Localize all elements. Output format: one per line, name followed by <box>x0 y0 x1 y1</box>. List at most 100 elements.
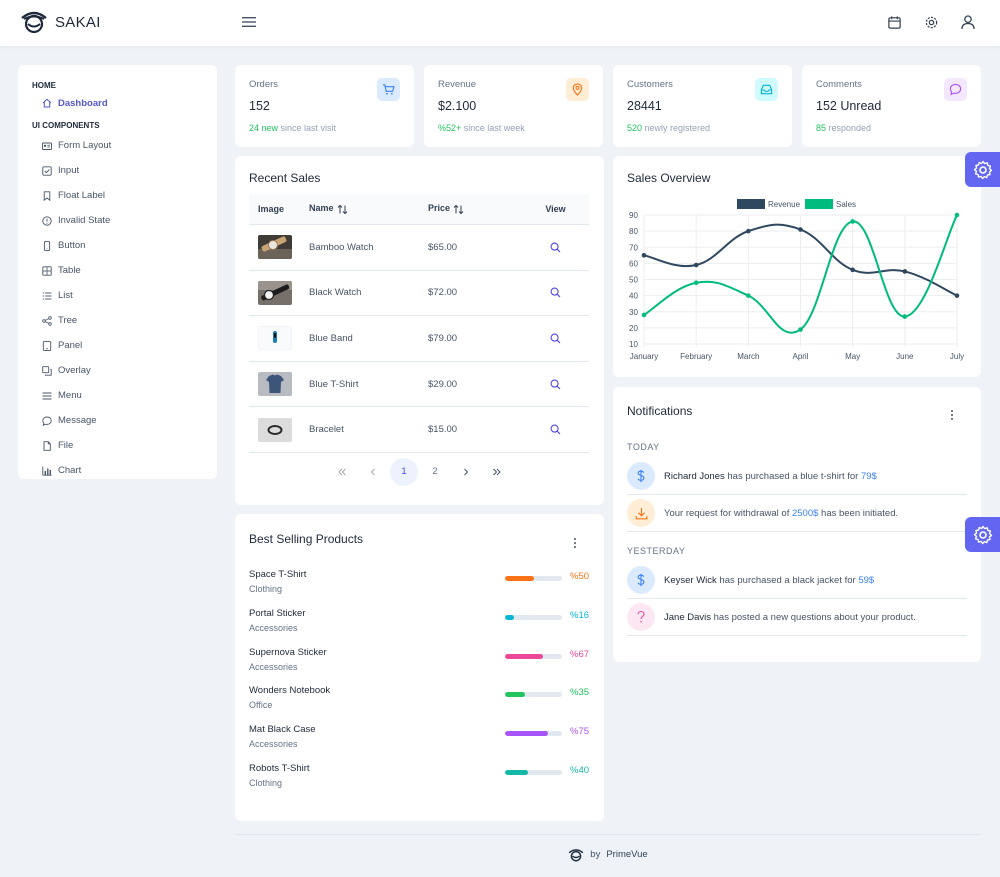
bamboo-watch-thumbnail <box>258 235 292 260</box>
first-page-button[interactable] <box>328 458 356 486</box>
sidebar-item-tree[interactable]: Tree <box>18 308 217 333</box>
sidebar-item-dashboard[interactable]: Dashboard <box>18 93 217 113</box>
column-header-image: Image <box>258 204 285 214</box>
notification-group-label: TODAY <box>627 442 660 452</box>
sidebar-item-file[interactable]: File <box>18 433 217 458</box>
shopping-cart-icon <box>377 78 400 101</box>
sidebar-item-menu[interactable]: Menu <box>18 383 217 408</box>
sales-overview-card: Sales Overview 10 20 30 40 50 60 70 80 90 January… <box>613 156 981 377</box>
y-tick-label: 40 <box>629 292 638 301</box>
progress-fill <box>505 576 534 581</box>
notification-item[interactable]: Jane Davis has posted a new questions ab… <box>627 599 967 636</box>
more-options-button[interactable] <box>568 535 582 551</box>
column-header-name[interactable]: Name <box>301 203 420 214</box>
notification-user: Richard Jones <box>664 470 725 482</box>
sidebar-item-form-layout[interactable]: Form Layout <box>18 133 217 158</box>
y-tick-label: 50 <box>629 276 638 285</box>
angle-right-icon <box>464 468 469 476</box>
paginator: 1 2 <box>249 457 590 486</box>
recent-sales-table: Image Name Price View Bamboo Watch $65.0… <box>249 194 589 453</box>
sidebar-item-chart[interactable]: Chart <box>18 458 217 479</box>
view-button[interactable] <box>547 284 565 302</box>
prev-page-button[interactable] <box>359 458 387 486</box>
list-icon <box>42 291 52 301</box>
sidebar-item-label: Message <box>58 415 97 426</box>
sidebar-item-button[interactable]: Button <box>18 233 217 258</box>
sidebar-item-label: Panel <box>58 340 83 351</box>
exclamation-circle-icon <box>42 215 52 226</box>
table-icon <box>42 265 52 276</box>
product-category: Accessories <box>249 661 298 672</box>
bookmark-icon <box>42 190 52 201</box>
view-button[interactable] <box>547 375 565 393</box>
profile-button[interactable] <box>958 12 978 32</box>
x-tick-label: January <box>630 352 658 361</box>
sidebar-item-overlay[interactable]: Overlay <box>18 358 217 383</box>
notification-tail: has been initiated. <box>818 507 899 519</box>
product-category: Clothing <box>249 777 283 788</box>
table-row: Bracelet $15.00 <box>249 407 589 453</box>
notification-item[interactable]: Richard Jones has purchased a blue t-shi… <box>627 458 967 495</box>
more-options-button[interactable] <box>945 407 959 423</box>
table-row: Blue Band $79.00 <box>249 316 589 362</box>
table-row: Blue T-Shirt $29.00 <box>249 362 589 408</box>
sidebar-item-label: File <box>58 440 74 451</box>
calendar-button[interactable] <box>884 12 904 32</box>
sort-icon <box>337 204 347 214</box>
stat-card-revenue: Revenue $2.100 %52+ since last week <box>424 65 603 147</box>
x-tick-label: March <box>737 352 759 361</box>
mobile-icon <box>42 240 52 251</box>
data-point <box>902 314 908 319</box>
cog-icon <box>925 16 937 28</box>
page-button-2[interactable]: 2 <box>421 458 449 486</box>
data-point <box>641 253 647 258</box>
data-point <box>798 227 803 232</box>
stat-card-comments: Comments 152 Unread 85 responded <box>802 65 981 147</box>
data-point <box>954 212 960 218</box>
view-button[interactable] <box>547 238 565 256</box>
dollar-icon <box>627 462 655 490</box>
ellipsis-vertical-icon <box>574 538 576 548</box>
data-point <box>954 293 960 298</box>
app-logo[interactable]: SAKAI <box>20 10 101 34</box>
progress-bar <box>505 576 562 581</box>
cog-icon <box>973 160 992 179</box>
sidebar-item-table[interactable]: Table <box>18 258 217 283</box>
settings-button[interactable] <box>921 12 941 32</box>
search-icon <box>550 242 561 253</box>
stat-value: 28441 <box>627 99 662 113</box>
config-button[interactable] <box>965 517 1000 552</box>
view-button[interactable] <box>547 329 565 347</box>
product-name: Blue T-Shirt <box>309 378 359 390</box>
progress-percent: %50 <box>570 571 590 582</box>
page-button-1[interactable]: 1 <box>390 457 418 486</box>
notification-item[interactable]: Your request for withdrawal of 2500$ has… <box>627 495 967 532</box>
progress-bar <box>505 769 562 775</box>
stat-subtext: since last week <box>461 123 525 133</box>
menu-toggle-button[interactable] <box>241 14 259 32</box>
product-row: Mat Black Case Accessories %75 <box>249 724 590 763</box>
notifications-title: Notifications <box>627 404 693 418</box>
search-icon <box>550 287 561 298</box>
footer: by PrimeVue <box>235 834 981 874</box>
sidebar-item-float-label[interactable]: Float Label <box>18 183 217 208</box>
progress-bar <box>505 653 562 659</box>
file-icon <box>42 440 52 451</box>
config-button[interactable] <box>965 152 1000 187</box>
sidebar-item-message[interactable]: Message <box>18 408 217 433</box>
last-page-button[interactable] <box>483 458 511 486</box>
sidebar-item-panel[interactable]: Panel <box>18 333 217 358</box>
progress-percent: %16 <box>570 609 590 621</box>
footer-brand[interactable]: PrimeVue <box>606 849 647 860</box>
view-button[interactable] <box>547 421 565 439</box>
sidebar-item-input[interactable]: Input <box>18 158 217 183</box>
notification-item[interactable]: Keyser Wick has purchased a black jacket… <box>627 562 967 599</box>
black-watch-thumbnail <box>258 280 292 305</box>
search-icon <box>550 333 561 344</box>
column-header-price[interactable]: Price <box>420 203 522 214</box>
sidebar-item-list[interactable]: List <box>18 283 217 308</box>
next-page-button[interactable] <box>452 458 480 486</box>
bars-icon <box>42 391 52 401</box>
x-tick-label: April <box>792 352 808 361</box>
sidebar-item-invalid-state[interactable]: Invalid State <box>18 208 217 233</box>
